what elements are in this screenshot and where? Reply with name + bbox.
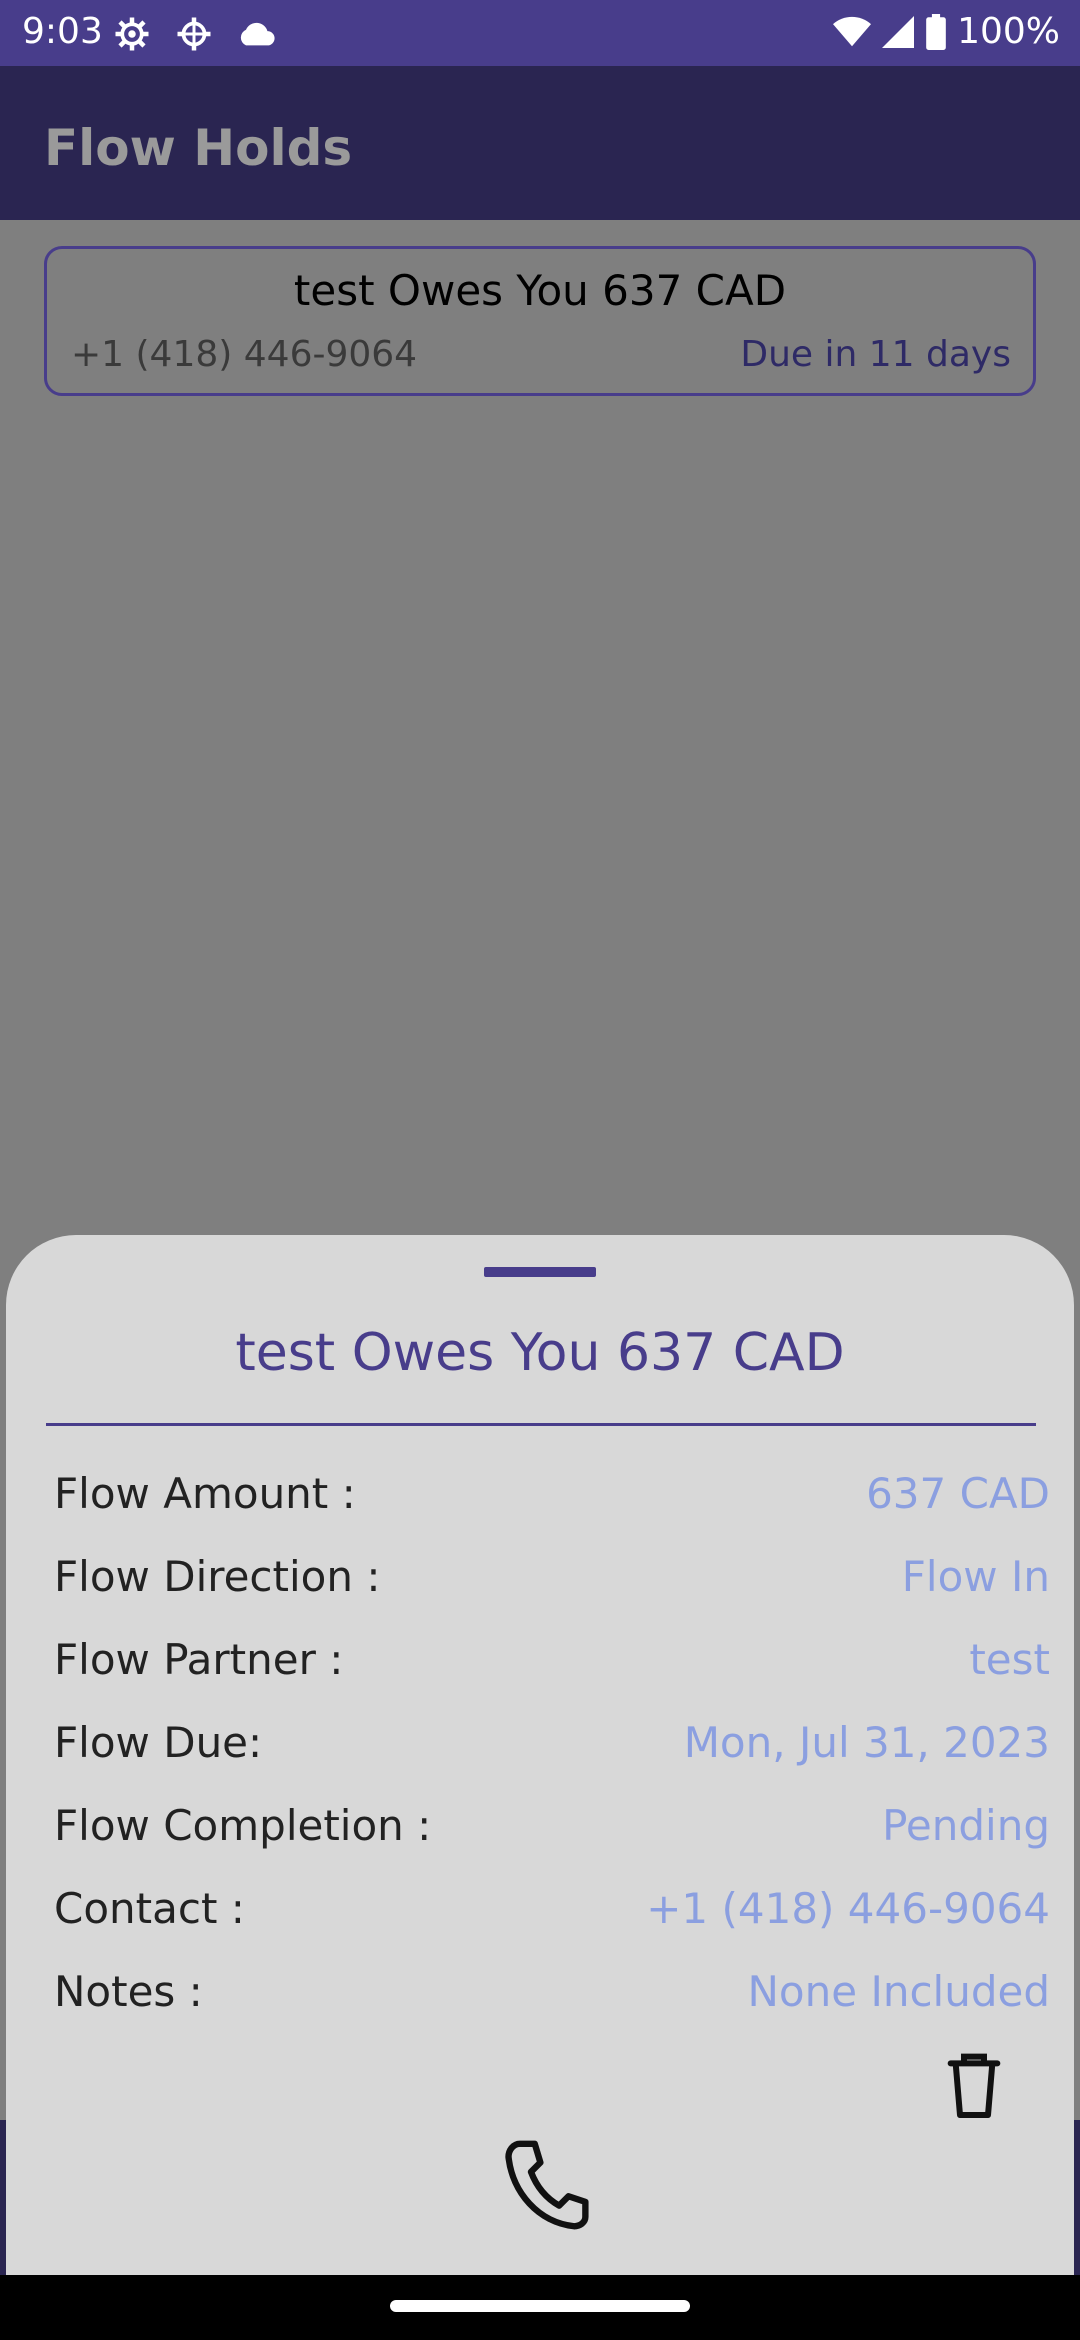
status-right-group: 100% bbox=[833, 10, 1060, 54]
detail-label: Flow Partner : bbox=[54, 1635, 344, 1684]
detail-row-contact: Contact : +1 (418) 446-9064 bbox=[54, 1868, 1050, 1951]
call-button[interactable] bbox=[501, 2135, 591, 2235]
sheet-drag-handle[interactable] bbox=[484, 1267, 596, 1277]
detail-row-completion: Flow Completion : Pending bbox=[54, 1785, 1050, 1868]
detail-row-partner: Flow Partner : test bbox=[54, 1619, 1050, 1702]
app-bar: Flow Holds bbox=[0, 66, 1080, 220]
phone-icon bbox=[505, 2140, 589, 2230]
system-navigation-bar bbox=[0, 2275, 1080, 2340]
delete-button[interactable] bbox=[934, 2045, 1014, 2125]
detail-value: None Included bbox=[747, 1967, 1050, 2016]
sheet-divider bbox=[46, 1423, 1036, 1426]
detail-label: Flow Amount : bbox=[54, 1469, 356, 1518]
battery-percentage: 100% bbox=[957, 11, 1060, 52]
detail-label: Notes : bbox=[54, 1967, 203, 2016]
card-title: test Owes You 637 CAD bbox=[293, 266, 787, 315]
home-indicator[interactable] bbox=[390, 2300, 690, 2312]
detail-value: 637 CAD bbox=[866, 1469, 1050, 1518]
detail-row-due: Flow Due: Mon, Jul 31, 2023 bbox=[54, 1702, 1050, 1785]
detail-value: Flow In bbox=[901, 1552, 1050, 1601]
cloud-icon bbox=[240, 22, 275, 46]
detail-row-amount: Flow Amount : 637 CAD bbox=[54, 1453, 1050, 1536]
detail-value: Pending bbox=[882, 1801, 1050, 1850]
card-due-status: Due in 11 days bbox=[740, 334, 1011, 375]
detail-label: Contact : bbox=[54, 1884, 245, 1933]
detail-row-notes: Notes : None Included bbox=[54, 1951, 1050, 2034]
cell-signal-icon bbox=[882, 16, 915, 48]
debug-gear-icon bbox=[177, 17, 211, 51]
status-time: 9:03 bbox=[22, 11, 103, 52]
page-title: Flow Holds bbox=[44, 119, 353, 177]
detail-value: test bbox=[969, 1635, 1050, 1684]
details-list: Flow Amount : 637 CAD Flow Direction : F… bbox=[54, 1453, 1050, 2034]
status-bar: 9:03 100% bbox=[0, 0, 1080, 66]
wifi-icon bbox=[833, 16, 872, 47]
sheet-title: test Owes You 637 CAD bbox=[235, 1323, 845, 1383]
details-bottom-sheet: test Owes You 637 CAD Flow Amount : 637 … bbox=[6, 1235, 1074, 2275]
detail-label: Flow Due: bbox=[54, 1718, 263, 1767]
detail-label: Flow Direction : bbox=[54, 1552, 381, 1601]
trash-icon bbox=[947, 2053, 1001, 2118]
detail-label: Flow Completion : bbox=[54, 1801, 432, 1850]
detail-row-direction: Flow Direction : Flow In bbox=[54, 1536, 1050, 1619]
flow-hold-card[interactable]: test Owes You 637 CAD +1 (418) 446-9064 … bbox=[44, 246, 1036, 396]
settings-gear-icon bbox=[115, 17, 149, 51]
card-phone: +1 (418) 446-9064 bbox=[71, 334, 418, 375]
detail-value: +1 (418) 446-9064 bbox=[646, 1884, 1050, 1933]
battery-icon bbox=[926, 14, 946, 50]
detail-value: Mon, Jul 31, 2023 bbox=[683, 1718, 1050, 1767]
